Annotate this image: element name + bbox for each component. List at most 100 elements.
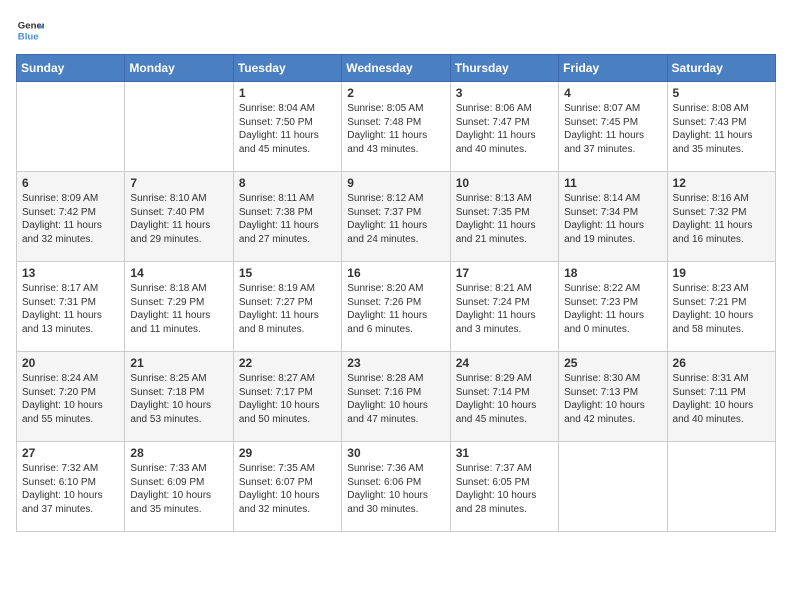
day-info: Sunrise: 7:37 AM Sunset: 6:05 PM Dayligh…: [456, 462, 553, 516]
day-number: 7: [130, 176, 227, 190]
calendar-week-row: 6 Sunrise: 8:09 AM Sunset: 7:42 PM Daylig…: [17, 172, 776, 262]
calendar-cell: [559, 442, 667, 532]
day-info: Sunrise: 8:20 AM Sunset: 7:26 PM Dayligh…: [347, 282, 444, 336]
calendar-cell: 12 Sunrise: 8:16 AM Sunset: 7:32 PM Dayli…: [667, 172, 775, 262]
calendar-cell: 2 Sunrise: 8:05 AM Sunset: 7:48 PM Daylig…: [342, 82, 450, 172]
day-info: Sunrise: 8:06 AM Sunset: 7:47 PM Dayligh…: [456, 102, 553, 156]
calendar-cell: 4Sunrise: 8:07 AM Sunset: 7:45 PM Daylig…: [559, 82, 667, 172]
calendar-cell: 1Sunrise: 8:04 AM Sunset: 7:50 PM Daylig…: [233, 82, 341, 172]
calendar-cell: 11Sunrise: 8:14 AM Sunset: 7:34 PM Dayli…: [559, 172, 667, 262]
day-number: 20: [22, 356, 119, 370]
day-number: 17: [456, 266, 553, 280]
calendar-cell: 13 Sunrise: 8:17 AM Sunset: 7:31 PM Dayli…: [17, 262, 125, 352]
calendar-cell: 7 Sunrise: 8:10 AM Sunset: 7:40 PM Daylig…: [125, 172, 233, 262]
header-sunday: Sunday: [17, 55, 125, 82]
calendar-cell: 29Sunrise: 7:35 AM Sunset: 6:07 PM Dayli…: [233, 442, 341, 532]
day-number: 27: [22, 446, 119, 460]
day-number: 16: [347, 266, 444, 280]
calendar-cell: 27 Sunrise: 7:32 AM Sunset: 6:10 PM Dayli…: [17, 442, 125, 532]
day-info: Sunrise: 8:18 AM Sunset: 7:29 PM Dayligh…: [130, 282, 227, 336]
day-number: 24: [456, 356, 553, 370]
day-number: 6: [22, 176, 119, 190]
calendar-cell: 31 Sunrise: 7:37 AM Sunset: 6:05 PM Dayli…: [450, 442, 558, 532]
day-number: 25: [564, 356, 661, 370]
day-number: 15: [239, 266, 336, 280]
calendar-cell: 21 Sunrise: 8:25 AM Sunset: 7:18 PM Dayli…: [125, 352, 233, 442]
day-info: Sunrise: 8:09 AM Sunset: 7:42 PM Dayligh…: [22, 192, 119, 246]
day-number: 28: [130, 446, 227, 460]
day-number: 4: [564, 86, 661, 100]
calendar-cell: 28 Sunrise: 7:33 AM Sunset: 6:09 PM Dayli…: [125, 442, 233, 532]
day-info: Sunrise: 7:32 AM Sunset: 6:10 PM Dayligh…: [22, 462, 119, 516]
day-number: 3: [456, 86, 553, 100]
svg-text:Blue: Blue: [18, 32, 39, 43]
calendar-cell: 16 Sunrise: 8:20 AM Sunset: 7:26 PM Dayli…: [342, 262, 450, 352]
calendar-cell: 6 Sunrise: 8:09 AM Sunset: 7:42 PM Daylig…: [17, 172, 125, 262]
day-info: Sunrise: 8:08 AM Sunset: 7:43 PM Dayligh…: [673, 102, 770, 156]
calendar-week-row: 27 Sunrise: 7:32 AM Sunset: 6:10 PM Dayli…: [17, 442, 776, 532]
calendar-cell: 22Sunrise: 8:27 AM Sunset: 7:17 PM Dayli…: [233, 352, 341, 442]
calendar-week-row: 20Sunrise: 8:24 AM Sunset: 7:20 PM Dayli…: [17, 352, 776, 442]
day-info: Sunrise: 8:25 AM Sunset: 7:18 PM Dayligh…: [130, 372, 227, 426]
day-number: 30: [347, 446, 444, 460]
header-tuesday: Tuesday: [233, 55, 341, 82]
calendar-cell: [17, 82, 125, 172]
calendar-cell: 23 Sunrise: 8:28 AM Sunset: 7:16 PM Dayli…: [342, 352, 450, 442]
calendar-cell: 30 Sunrise: 7:36 AM Sunset: 6:06 PM Dayli…: [342, 442, 450, 532]
day-number: 26: [673, 356, 770, 370]
calendar-cell: 19 Sunrise: 8:23 AM Sunset: 7:21 PM Dayli…: [667, 262, 775, 352]
day-info: Sunrise: 8:28 AM Sunset: 7:16 PM Dayligh…: [347, 372, 444, 426]
header-saturday: Saturday: [667, 55, 775, 82]
day-info: Sunrise: 8:16 AM Sunset: 7:32 PM Dayligh…: [673, 192, 770, 246]
calendar-cell: 20Sunrise: 8:24 AM Sunset: 7:20 PM Dayli…: [17, 352, 125, 442]
header-thursday: Thursday: [450, 55, 558, 82]
day-info: Sunrise: 7:33 AM Sunset: 6:09 PM Dayligh…: [130, 462, 227, 516]
calendar-header-row: SundayMondayTuesdayWednesdayThursdayFrid…: [17, 55, 776, 82]
calendar-cell: 26 Sunrise: 8:31 AM Sunset: 7:11 PM Dayli…: [667, 352, 775, 442]
day-number: 13: [22, 266, 119, 280]
header-friday: Friday: [559, 55, 667, 82]
calendar-cell: 24 Sunrise: 8:29 AM Sunset: 7:14 PM Dayli…: [450, 352, 558, 442]
calendar-cell: 18Sunrise: 8:22 AM Sunset: 7:23 PM Dayli…: [559, 262, 667, 352]
day-number: 21: [130, 356, 227, 370]
day-info: Sunrise: 8:22 AM Sunset: 7:23 PM Dayligh…: [564, 282, 661, 336]
day-number: 9: [347, 176, 444, 190]
calendar-cell: 8 Sunrise: 8:11 AM Sunset: 7:38 PM Daylig…: [233, 172, 341, 262]
calendar-cell: [125, 82, 233, 172]
day-number: 2: [347, 86, 444, 100]
day-info: Sunrise: 8:13 AM Sunset: 7:35 PM Dayligh…: [456, 192, 553, 246]
day-info: Sunrise: 8:31 AM Sunset: 7:11 PM Dayligh…: [673, 372, 770, 426]
day-info: Sunrise: 7:35 AM Sunset: 6:07 PM Dayligh…: [239, 462, 336, 516]
day-info: Sunrise: 8:05 AM Sunset: 7:48 PM Dayligh…: [347, 102, 444, 156]
page-header: General Blue: [16, 16, 776, 44]
calendar-table: SundayMondayTuesdayWednesdayThursdayFrid…: [16, 54, 776, 532]
day-number: 8: [239, 176, 336, 190]
calendar-week-row: 13 Sunrise: 8:17 AM Sunset: 7:31 PM Dayli…: [17, 262, 776, 352]
day-info: Sunrise: 8:17 AM Sunset: 7:31 PM Dayligh…: [22, 282, 119, 336]
day-number: 1: [239, 86, 336, 100]
calendar-cell: 9Sunrise: 8:12 AM Sunset: 7:37 PM Daylig…: [342, 172, 450, 262]
day-info: Sunrise: 8:19 AM Sunset: 7:27 PM Dayligh…: [239, 282, 336, 336]
day-info: Sunrise: 8:11 AM Sunset: 7:38 PM Dayligh…: [239, 192, 336, 246]
day-number: 5: [673, 86, 770, 100]
logo-icon: General Blue: [16, 16, 44, 44]
day-number: 31: [456, 446, 553, 460]
day-number: 12: [673, 176, 770, 190]
day-number: 10: [456, 176, 553, 190]
calendar-cell: 25 Sunrise: 8:30 AM Sunset: 7:13 PM Dayli…: [559, 352, 667, 442]
day-info: Sunrise: 8:10 AM Sunset: 7:40 PM Dayligh…: [130, 192, 227, 246]
day-number: 23: [347, 356, 444, 370]
day-number: 19: [673, 266, 770, 280]
day-number: 11: [564, 176, 661, 190]
logo: General Blue: [16, 16, 48, 44]
day-info: Sunrise: 7:36 AM Sunset: 6:06 PM Dayligh…: [347, 462, 444, 516]
day-info: Sunrise: 8:21 AM Sunset: 7:24 PM Dayligh…: [456, 282, 553, 336]
calendar-cell: 10 Sunrise: 8:13 AM Sunset: 7:35 PM Dayli…: [450, 172, 558, 262]
day-info: Sunrise: 8:30 AM Sunset: 7:13 PM Dayligh…: [564, 372, 661, 426]
calendar-cell: 15 Sunrise: 8:19 AM Sunset: 7:27 PM Dayli…: [233, 262, 341, 352]
calendar-cell: 3 Sunrise: 8:06 AM Sunset: 7:47 PM Daylig…: [450, 82, 558, 172]
calendar-week-row: 1Sunrise: 8:04 AM Sunset: 7:50 PM Daylig…: [17, 82, 776, 172]
day-info: Sunrise: 8:27 AM Sunset: 7:17 PM Dayligh…: [239, 372, 336, 426]
day-info: Sunrise: 8:23 AM Sunset: 7:21 PM Dayligh…: [673, 282, 770, 336]
day-info: Sunrise: 8:29 AM Sunset: 7:14 PM Dayligh…: [456, 372, 553, 426]
